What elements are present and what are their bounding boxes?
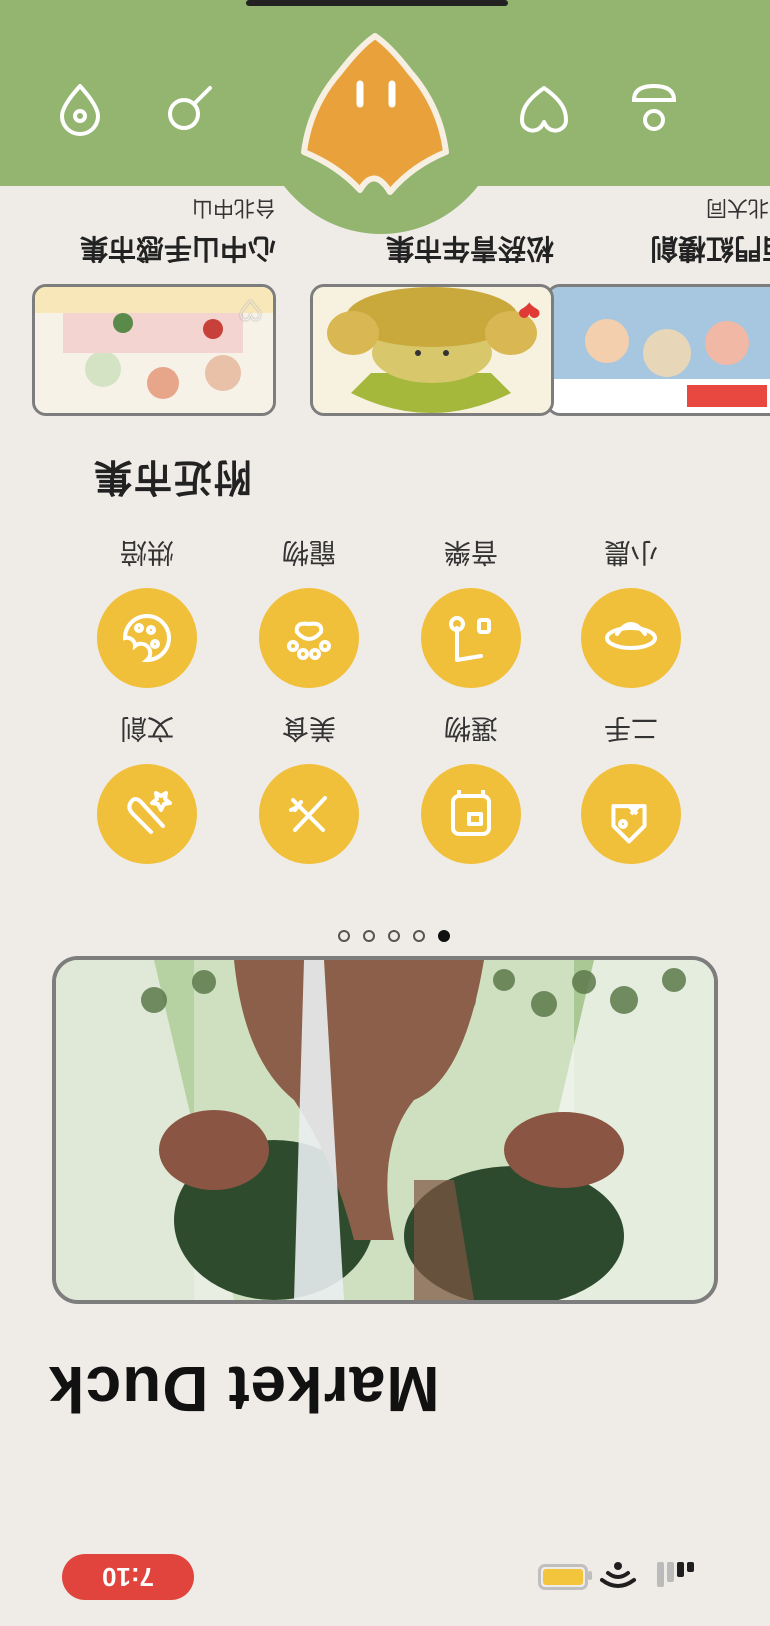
bottom-nav xyxy=(0,0,770,234)
wifi-icon xyxy=(600,1562,636,1588)
market-location: 台北中山 xyxy=(192,196,276,219)
category-bakery[interactable]: 烘焙 xyxy=(92,535,202,688)
market-card[interactable]: 西門紅樓創 台北大同 xyxy=(546,194,770,416)
paw-icon xyxy=(287,621,331,660)
market-card[interactable]: ❤ 松菸青年市集 xyxy=(310,224,554,416)
market-thumbnail: ♡ xyxy=(32,284,276,416)
status-time: 7:10 xyxy=(62,1554,194,1600)
carousel-dot[interactable] xyxy=(438,930,450,942)
category-secondhand[interactable]: 二手 xyxy=(576,711,686,864)
heart-icon[interactable] xyxy=(514,80,574,140)
carousel-dot[interactable] xyxy=(338,930,350,942)
vending-icon xyxy=(451,790,491,836)
market-name: 松菸青年市集 xyxy=(385,233,554,264)
signal-icon xyxy=(648,1562,694,1588)
like-button[interactable]: ♡ xyxy=(238,294,263,325)
category-pets[interactable]: 寵物 xyxy=(254,535,364,688)
hero-banner[interactable] xyxy=(52,956,718,1304)
category-farmers[interactable]: 小農 xyxy=(576,535,686,688)
tag-icon xyxy=(611,804,647,844)
category-food[interactable]: 美食 xyxy=(254,711,364,864)
category-music[interactable]: 音樂 xyxy=(416,535,526,688)
nearby-heading: 附近市集 xyxy=(92,455,253,497)
home-indicator[interactable] xyxy=(246,0,508,6)
music-icon xyxy=(449,616,491,662)
app-screen: 7:10 Market Duck 二手 選物 美食 文創 小農 音樂 寵物 烘焙… xyxy=(0,0,770,1626)
market-thumbnail: ❤ xyxy=(310,284,554,416)
paperclip-star-icon xyxy=(127,791,172,834)
carousel-dot[interactable] xyxy=(413,930,425,942)
profile-icon[interactable] xyxy=(624,80,684,140)
cookie-icon xyxy=(122,614,171,663)
market-name: 西門紅樓創 xyxy=(649,233,770,264)
hero-illustration xyxy=(56,960,714,1300)
like-button[interactable]: ❤ xyxy=(518,294,541,325)
search-icon[interactable] xyxy=(160,80,220,140)
carousel-dot[interactable] xyxy=(363,930,375,942)
market-card[interactable]: ♡ 心中山手感市集 台北中山 xyxy=(32,194,276,416)
battery-icon xyxy=(538,1564,592,1590)
category-grid: 二手 選物 美食 文創 小農 音樂 寵物 烘焙 xyxy=(86,512,686,864)
market-thumbnail xyxy=(546,284,770,416)
carousel-dots xyxy=(338,930,450,942)
bowl-icon xyxy=(605,622,657,650)
status-bar: 7:10 xyxy=(0,1536,770,1626)
location-pin-icon[interactable] xyxy=(50,80,110,140)
utensils-icon xyxy=(289,796,327,832)
market-name: 心中山手感市集 xyxy=(79,233,276,264)
category-selected[interactable]: 選物 xyxy=(416,711,526,864)
carousel-dot[interactable] xyxy=(388,930,400,942)
category-crafts[interactable]: 文創 xyxy=(92,711,202,864)
app-title: Market Duck xyxy=(48,1353,440,1425)
duck-home-icon[interactable] xyxy=(290,26,460,196)
market-location: 台北大同 xyxy=(706,196,770,219)
